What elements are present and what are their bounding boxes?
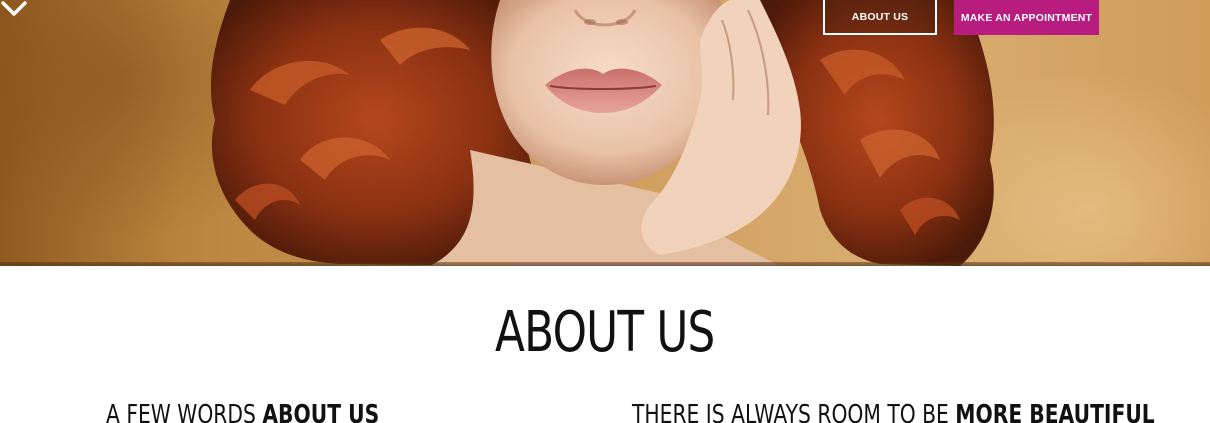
hero-bottom-edge [0, 262, 1210, 266]
hero-portrait-image [0, 0, 1210, 266]
about-us-button[interactable]: ABOUT US [823, 0, 937, 35]
about-section-title: ABOUT US [495, 300, 715, 365]
about-left-heading: A FEW WORDS ABOUT US [106, 397, 379, 423]
chevron-down-icon[interactable] [0, 0, 28, 18]
right-heading-bold-text: MORE BEAUTIFUL [955, 400, 1155, 423]
page: ABOUT US MAKE AN APPOINTMENT ABOUT US A … [0, 0, 1210, 423]
left-heading-bold-text: ABOUT US [262, 400, 380, 423]
about-right-heading: THERE IS ALWAYS ROOM TO BE MORE BEAUTIFU… [632, 397, 1155, 423]
make-appointment-button[interactable]: MAKE AN APPOINTMENT [954, 0, 1099, 35]
left-heading-light-text: A FEW WORDS [106, 400, 263, 423]
right-heading-light-text: THERE IS ALWAYS ROOM TO BE [632, 400, 956, 423]
hero-banner: ABOUT US MAKE AN APPOINTMENT [0, 0, 1210, 266]
